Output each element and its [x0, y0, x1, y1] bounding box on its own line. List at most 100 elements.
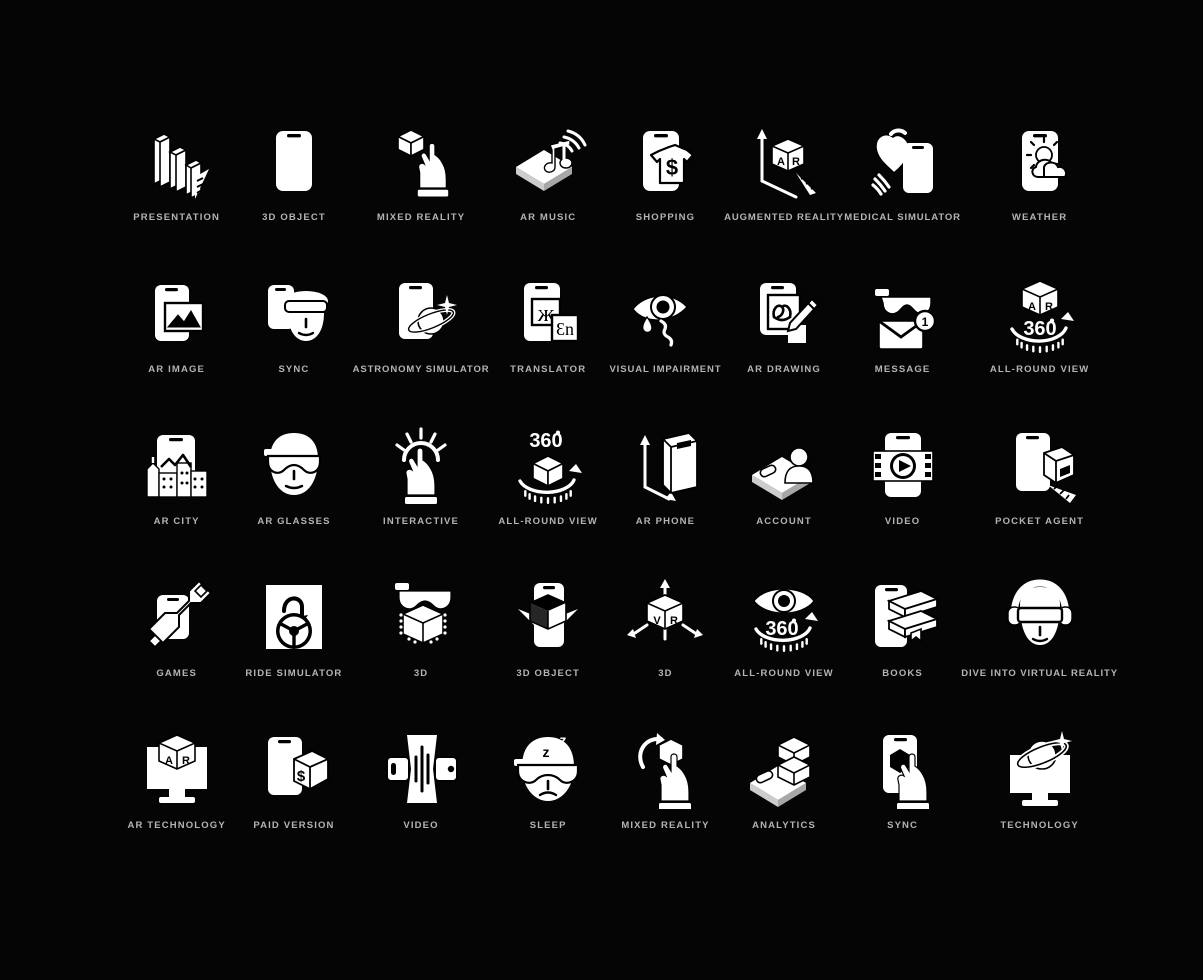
icon-cell[interactable]: V R 3D: [607, 574, 724, 726]
phone-box-measure-icon[interactable]: [997, 422, 1083, 508]
icon-cell[interactable]: $ SHOPPING: [607, 118, 724, 270]
icon-cell[interactable]: MEDICAL SIMULATOR: [844, 118, 961, 270]
vr-cube-axes-icon[interactable]: V R: [622, 574, 708, 660]
icon-cell[interactable]: 1 MESSAGE: [844, 270, 961, 422]
icon-cell[interactable]: INTERACTIVE: [353, 422, 490, 574]
icon-cell[interactable]: ASTRONOMY SIMULATOR: [353, 270, 490, 422]
icon-cell[interactable]: ACCOUNT: [724, 422, 844, 574]
icon-cell[interactable]: BOOKS: [844, 574, 961, 726]
glasses-envelope-badge-icon[interactable]: 1: [860, 270, 946, 356]
phone-stacked-boxes-icon[interactable]: [741, 726, 827, 812]
icon-cell[interactable]: AR MUSIC: [490, 118, 607, 270]
icon-cell[interactable]: PRESENTATION: [118, 118, 235, 270]
phone-sun-cloud-icon[interactable]: [997, 118, 1083, 204]
svg-text:Ɛn: Ɛn: [556, 319, 574, 339]
icon-cell[interactable]: $ PAID VERSION: [235, 726, 352, 878]
icon-label: 3D: [413, 668, 429, 679]
icon-cell[interactable]: z z SLEEP: [490, 726, 607, 878]
icon-label: TECHNOLOGY: [1000, 820, 1079, 831]
phone-books-icon[interactable]: [860, 574, 946, 660]
ar-cube-360-icon[interactable]: A R 360: [997, 270, 1083, 356]
cube-360-icon[interactable]: 360: [505, 422, 591, 508]
hand-tap-icon[interactable]: [378, 422, 464, 508]
phone-user-icon[interactable]: [741, 422, 827, 508]
eye-360-icon[interactable]: 360: [741, 574, 827, 660]
phone-joystick-icon[interactable]: [134, 574, 220, 660]
svg-text:$: $: [666, 155, 678, 180]
icon-label: SHOPPING: [635, 212, 696, 223]
head-vr-headset-icon[interactable]: [997, 574, 1083, 660]
icon-label: 3D OBJECT: [516, 668, 580, 679]
icon-cell[interactable]: MIXED REALITY: [353, 118, 490, 270]
steering-wheel-icon[interactable]: [251, 574, 337, 660]
phone-tshirt-dollar-icon[interactable]: $: [622, 118, 708, 204]
phone-music-note-icon[interactable]: [505, 118, 591, 204]
svg-text:A: A: [165, 755, 173, 767]
icon-label: ALL-ROUND VIEW: [734, 668, 834, 679]
eye-tear-icon[interactable]: [622, 270, 708, 356]
icon-cell[interactable]: VIDEO: [353, 726, 490, 878]
icon-cell[interactable]: TECHNOLOGY: [961, 726, 1118, 878]
icon-label: VIDEO: [884, 516, 921, 527]
icon-cell[interactable]: SYNC: [844, 726, 961, 878]
icon-cell[interactable]: AR IMAGE: [118, 270, 235, 422]
icon-cell[interactable]: 3D OBJECT: [490, 574, 607, 726]
phone-axes-icon[interactable]: [622, 422, 708, 508]
monitor-ar-cube-icon[interactable]: A R: [134, 726, 220, 812]
bar-chart-3d-icon[interactable]: [134, 118, 220, 204]
face-ar-glasses-icon[interactable]: [251, 422, 337, 508]
icon-cell[interactable]: SYNC: [235, 270, 352, 422]
icon-label: ACCOUNT: [756, 516, 812, 527]
phone-cube-icon[interactable]: [251, 118, 337, 204]
icon-cell[interactable]: 360 ALL-ROUND VIEW: [490, 422, 607, 574]
icon-cell[interactable]: AR GLASSES: [235, 422, 352, 574]
icon-cell[interactable]: A R AUGMENTED REALITY: [724, 118, 844, 270]
svg-text:R: R: [670, 615, 678, 627]
phone-dollar-box-icon[interactable]: $: [251, 726, 337, 812]
icon-label: VISUAL IMPAIRMENT: [609, 364, 722, 375]
icon-cell[interactable]: AR PHONE: [607, 422, 724, 574]
ar-cube-axes-icon[interactable]: A R: [741, 118, 827, 204]
icon-cell[interactable]: VIDEO: [844, 422, 961, 574]
icon-cell[interactable]: 3D: [353, 574, 490, 726]
icon-cell[interactable]: RIDE SIMULATOR: [235, 574, 352, 726]
svg-text:V: V: [654, 615, 662, 627]
icon-cell[interactable]: 3D OBJECT: [235, 118, 352, 270]
icon-cell[interactable]: A R 360 ALL-ROUND VIEW: [961, 270, 1118, 422]
icon-cell[interactable]: 360 ALL-ROUND VIEW: [724, 574, 844, 726]
icon-cell[interactable]: WEATHER: [961, 118, 1118, 270]
phone-translate-icon[interactable]: ж Ɛn: [505, 270, 591, 356]
icon-cell[interactable]: VISUAL IMPAIRMENT: [607, 270, 724, 422]
icon-label: PRESENTATION: [133, 212, 221, 223]
icon-cell[interactable]: AR CITY: [118, 422, 235, 574]
face-vr-sleep-icon[interactable]: z z: [505, 726, 591, 812]
phone-heart-icon[interactable]: [860, 118, 946, 204]
icon-cell[interactable]: A R AR TECHNOLOGY: [118, 726, 235, 878]
icon-cell[interactable]: MIXED REALITY: [607, 726, 724, 878]
phone-vr-head-icon[interactable]: [251, 270, 337, 356]
monitor-planet-icon[interactable]: [997, 726, 1083, 812]
icon-label: WEATHER: [1011, 212, 1068, 223]
phone-hand-hexagon-icon[interactable]: [860, 726, 946, 812]
icon-cell[interactable]: ж Ɛn TRANSLATOR: [490, 270, 607, 422]
phone-landscape-waveform-icon[interactable]: [378, 726, 464, 812]
icon-label: TRANSLATOR: [510, 364, 587, 375]
icon-cell[interactable]: POCKET AGENT: [961, 422, 1118, 574]
phone-pencil-draw-icon[interactable]: [741, 270, 827, 356]
phone-photo-icon[interactable]: [134, 270, 220, 356]
icon-cell[interactable]: AR DRAWING: [724, 270, 844, 422]
phone-cube-arrows-icon[interactable]: [505, 574, 591, 660]
icon-label: MESSAGE: [874, 364, 931, 375]
phone-city-icon[interactable]: [134, 422, 220, 508]
icon-label: AR DRAWING: [747, 364, 821, 375]
icon-cell[interactable]: GAMES: [118, 574, 235, 726]
icon-cell[interactable]: DIVE INTO VIRTUAL REALITY: [961, 574, 1118, 726]
svg-text:A: A: [1028, 301, 1036, 313]
phone-film-play-icon[interactable]: [860, 422, 946, 508]
glasses-cube-icon[interactable]: [378, 574, 464, 660]
icon-label: RIDE SIMULATOR: [245, 668, 343, 679]
icon-cell[interactable]: ANALYTICS: [724, 726, 844, 878]
phone-planet-icon[interactable]: [378, 270, 464, 356]
hand-rotate-cube-icon[interactable]: [622, 726, 708, 812]
hand-cube-icon[interactable]: [378, 118, 464, 204]
